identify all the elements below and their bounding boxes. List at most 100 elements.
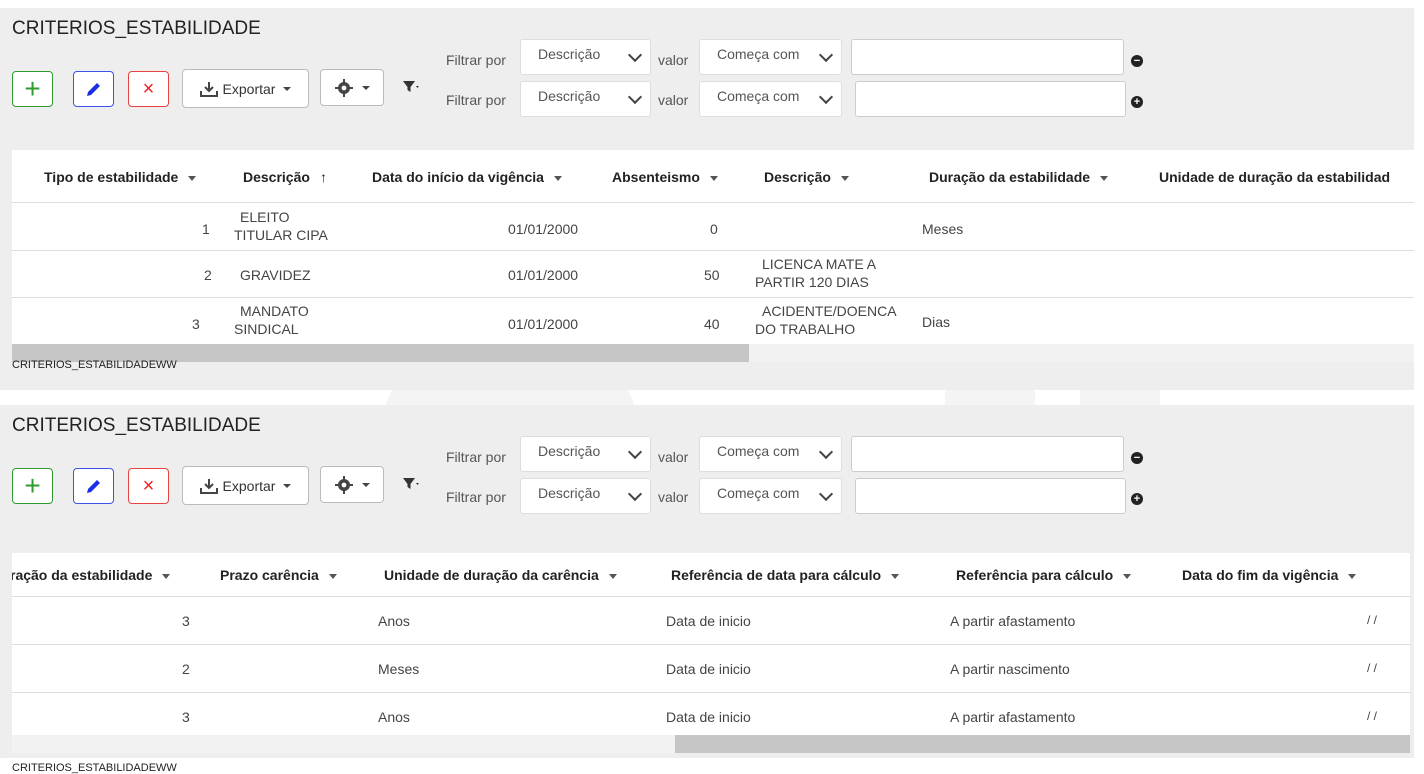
table-row[interactable]: 1 ELEITO TITULAR CIPA 01/01/2000 0 Meses xyxy=(12,203,1414,251)
cell-duracao: Meses xyxy=(922,221,964,237)
chevron-down-icon xyxy=(361,482,370,487)
column-header-duracao[interactable]: Duração da estabilidade xyxy=(929,169,1109,185)
column-header-prazo-carencia[interactable]: Prazo carência xyxy=(220,567,337,583)
chevron-down-icon xyxy=(283,483,292,488)
add-button[interactable]: + xyxy=(12,71,53,107)
table-row[interactable]: 2 GRAVIDEZ 01/01/2000 50 LICENCA MATE AP… xyxy=(12,250,1414,298)
chevron-down-icon xyxy=(627,444,643,460)
filter-value-label: valor xyxy=(658,92,689,108)
filter-value-input[interactable] xyxy=(851,39,1124,75)
cell-duracao: 2 xyxy=(182,661,190,677)
filter-field-select[interactable]: Descrição xyxy=(520,478,651,514)
sort-caret-icon xyxy=(188,175,197,181)
column-header-tipo[interactable]: Tipo de estabilidade xyxy=(44,169,197,185)
cell-descricao: ELEITO TITULAR CIPA xyxy=(234,209,328,243)
close-icon: × xyxy=(142,77,155,100)
filter-value-input[interactable] xyxy=(855,478,1126,514)
plus-circle-icon[interactable]: + xyxy=(1131,493,1143,505)
add-button[interactable]: + xyxy=(12,468,53,504)
cell-absenteismo: 50 xyxy=(704,267,720,283)
filter-value-label: valor xyxy=(658,52,689,68)
page-title: CRITERIOS_ESTABILIDADE xyxy=(12,415,261,436)
close-icon: × xyxy=(142,474,155,497)
horizontal-scrollbar[interactable] xyxy=(12,344,1414,362)
cell-descricao: GRAVIDEZ xyxy=(240,267,311,283)
cell-duracao: 3 xyxy=(182,709,190,725)
column-header-referencia-data[interactable]: Referência de data para cálculo xyxy=(671,567,900,583)
horizontal-scrollbar[interactable] xyxy=(12,735,1410,753)
delete-button[interactable]: × xyxy=(128,71,169,107)
filter-operator-select[interactable]: Começa com xyxy=(699,81,842,117)
plus-circle-icon[interactable]: + xyxy=(1131,96,1143,108)
settings-button[interactable] xyxy=(320,466,384,503)
cell-data-inicio: 01/01/2000 xyxy=(508,221,579,237)
chevron-down-icon xyxy=(818,89,834,105)
cell-descricao-2: ACIDENTE/DOENCA DO TRABALHO xyxy=(755,303,897,337)
cell-referencia-calculo: A partir afastamento xyxy=(950,709,1076,725)
cell-referencia-calculo: A partir afastamento xyxy=(950,613,1076,629)
cell-duracao: 3 xyxy=(182,613,190,629)
download-icon xyxy=(199,81,218,97)
table-row[interactable]: 2 Meses Data de inicio A partir nascimen… xyxy=(12,645,1410,693)
cell-data-fim: / / xyxy=(1367,613,1378,627)
data-grid: ração da estabilidade Prazo carência Uni… xyxy=(12,553,1410,753)
filter-icon[interactable] xyxy=(402,78,420,96)
chevron-down-icon xyxy=(818,47,834,63)
criterios-panel-bottom: CRITERIOS_ESTABILIDADE + × Exportar Filt… xyxy=(0,405,1414,758)
cell-descricao: MANDATO SINDICAL xyxy=(234,303,309,337)
sort-caret-icon xyxy=(553,175,562,181)
chevron-down-icon xyxy=(818,444,834,460)
plus-icon: + xyxy=(24,73,41,104)
filter-field-select[interactable]: Descrição xyxy=(520,436,651,472)
filter-value-label: valor xyxy=(658,489,689,505)
sort-caret-icon xyxy=(1100,175,1109,181)
filter-field-select[interactable]: Descrição xyxy=(520,81,651,117)
filter-operator-select[interactable]: Começa com xyxy=(699,478,842,514)
column-header-duracao[interactable]: ração da estabilidade xyxy=(12,567,171,583)
filter-icon[interactable] xyxy=(402,475,420,493)
sort-caret-icon xyxy=(709,175,718,181)
sort-caret-icon xyxy=(1123,573,1132,579)
table-row[interactable]: 3 Anos Data de inicio A partir afastamen… xyxy=(12,597,1410,645)
cell-referencia-data: Data de inicio xyxy=(666,661,751,677)
column-header-unidade-carencia[interactable]: Unidade de duração da carência xyxy=(384,567,617,583)
column-header-data-fim[interactable]: Data do fim da vigência xyxy=(1182,567,1357,583)
minus-circle-icon[interactable]: − xyxy=(1131,55,1143,67)
minus-circle-icon[interactable]: − xyxy=(1131,452,1143,464)
sort-caret-icon xyxy=(840,175,849,181)
column-header-referencia-calculo[interactable]: Referência para cálculo xyxy=(956,567,1132,583)
cell-referencia-data: Data de inicio xyxy=(666,709,751,725)
grid-header: Tipo de estabilidade Descrição ↑ Data do … xyxy=(12,150,1414,203)
column-header-absenteismo[interactable]: Absenteismo xyxy=(612,169,718,185)
cell-tipo: 3 xyxy=(192,316,200,332)
sort-caret-icon xyxy=(608,573,617,579)
table-row[interactable]: 3 MANDATO SINDICAL 01/01/2000 40 ACIDENTE… xyxy=(12,297,1414,344)
filter-value-input[interactable] xyxy=(855,81,1126,117)
grid-footer: CRITERIOS_ESTABILIDADEWW xyxy=(12,762,177,774)
filter-operator-select[interactable]: Começa com xyxy=(699,39,842,75)
export-button[interactable]: Exportar xyxy=(182,69,309,108)
filter-field-select[interactable]: Descrição xyxy=(520,39,651,75)
export-label: Exportar xyxy=(222,477,276,494)
cell-descricao-2: LICENCA MATE A PARTIR 120 DIAS xyxy=(755,256,877,290)
edit-button[interactable] xyxy=(73,468,114,504)
chevron-down-icon xyxy=(818,486,834,502)
delete-button[interactable]: × xyxy=(128,468,169,504)
cell-data-fim: / / xyxy=(1367,661,1378,675)
column-header-data-inicio[interactable]: Data do início da vigência xyxy=(372,169,562,185)
cell-unidade-carencia: Anos xyxy=(378,709,410,725)
column-header-descricao-2[interactable]: Descrição xyxy=(764,169,849,185)
filter-value-input[interactable] xyxy=(851,436,1124,472)
column-header-descricao[interactable]: Descrição ↑ xyxy=(243,169,327,185)
cell-absenteismo: 0 xyxy=(710,221,718,237)
table-row[interactable]: 3 Anos Data de inicio A partir afastamen… xyxy=(12,693,1410,740)
cell-tipo: 1 xyxy=(202,221,210,237)
filter-operator-select[interactable]: Começa com xyxy=(699,436,842,472)
chevron-down-icon xyxy=(627,486,643,502)
scrollbar-thumb[interactable] xyxy=(675,735,1410,753)
column-header-unidade-duracao[interactable]: Unidade de duração da estabilidad xyxy=(1159,169,1390,185)
settings-button[interactable] xyxy=(320,69,384,106)
export-button[interactable]: Exportar xyxy=(182,466,309,505)
cell-tipo: 2 xyxy=(204,267,212,283)
edit-button[interactable] xyxy=(73,71,114,107)
